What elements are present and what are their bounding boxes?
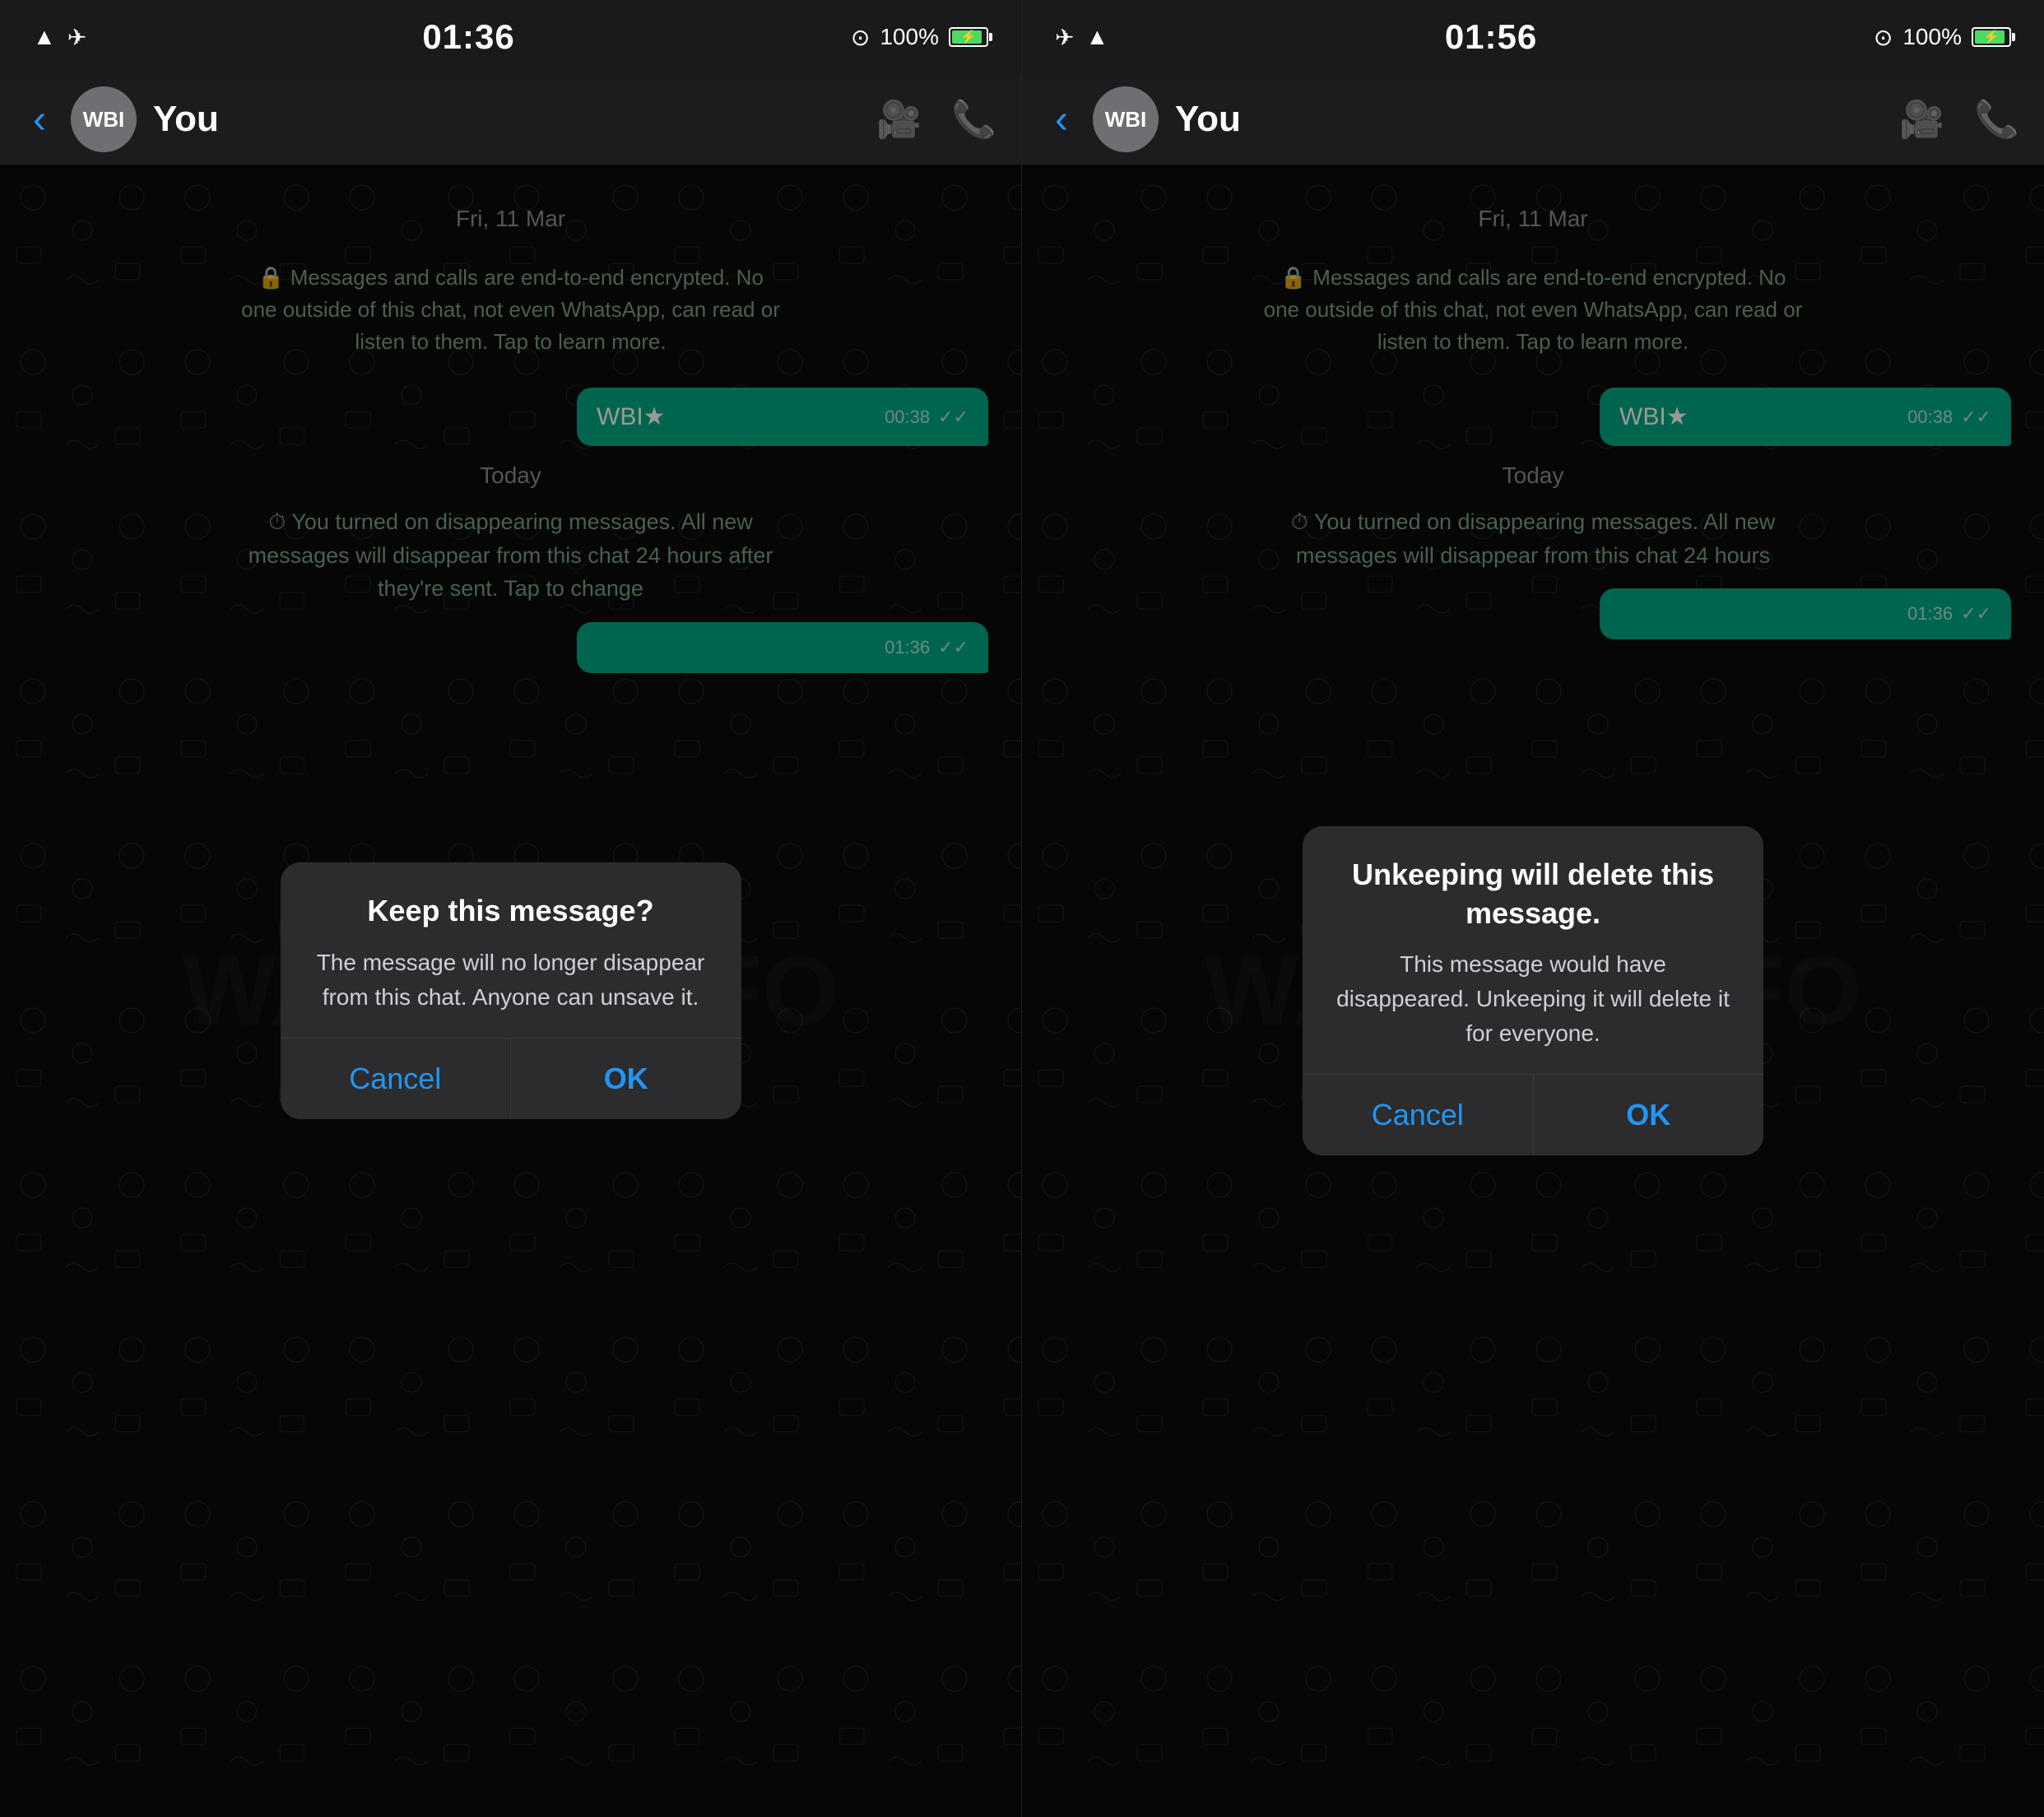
left-battery-pct: 100% — [880, 24, 939, 50]
left-nav-actions: 🎥 📞 — [876, 98, 996, 141]
right-chat-main: Fri, 11 Mar 🔒 Messages and calls are end… — [1022, 165, 2044, 1817]
right-video-icon[interactable]: 🎥 — [1899, 98, 1944, 141]
left-dialog-title: Keep this message? — [314, 892, 708, 931]
right-dialog-overlay: Unkeeping will delete this message. This… — [1022, 165, 2044, 1817]
right-contact-name[interactable]: You — [1175, 99, 1883, 140]
right-dialog-buttons: Cancel OK — [1303, 1074, 1763, 1155]
right-dialog-body: Unkeeping will delete this message. This… — [1303, 826, 1763, 1075]
left-call-icon[interactable]: 📞 — [951, 98, 996, 141]
right-wifi-icon: ▲ — [1085, 24, 1108, 50]
right-status-right: ⊙ 100% ⚡ — [1874, 24, 2011, 51]
left-status-right: ⊙ 100% ⚡ — [851, 24, 988, 51]
left-dialog-overlay: Keep this message? The message will no l… — [0, 165, 1021, 1817]
right-cancel-button[interactable]: Cancel — [1303, 1075, 1534, 1155]
right-ok-button[interactable]: OK — [1534, 1075, 1764, 1155]
left-time: 01:36 — [422, 17, 514, 57]
right-status-bar: ✈ ▲ 01:56 ⊙ 100% ⚡ — [1022, 0, 2044, 74]
left-back-button[interactable]: ‹ — [25, 97, 54, 142]
right-status-left: ✈ ▲ — [1055, 24, 1108, 51]
airplane-icon: ✈ — [67, 24, 86, 51]
left-dialog-buttons: Cancel OK — [281, 1038, 741, 1119]
wifi-icon: ▲ — [33, 24, 56, 50]
left-video-icon[interactable]: 🎥 — [876, 98, 922, 141]
right-charging-icon: ⚡ — [1983, 29, 2000, 45]
left-status-left: ▲ ✈ — [33, 24, 86, 51]
right-dialog: Unkeeping will delete this message. This… — [1303, 826, 1763, 1156]
left-status-bar: ▲ ✈ 01:36 ⊙ 100% ⚡ — [0, 0, 1021, 74]
left-ok-button[interactable]: OK — [511, 1039, 741, 1119]
right-back-button[interactable]: ‹ — [1047, 97, 1076, 142]
left-dialog: Keep this message? The message will no l… — [281, 862, 741, 1119]
left-battery-icon: ⚡ — [949, 27, 988, 47]
left-chat-main: Fri, 11 Mar 🔒 Messages and calls are end… — [0, 165, 1021, 1817]
right-battery-pct: 100% — [1902, 24, 1962, 50]
right-screen: ✈ ▲ 01:56 ⊙ 100% ⚡ ‹ WBI — [1022, 0, 2044, 1817]
right-call-icon[interactable]: 📞 — [1974, 98, 2019, 141]
right-dialog-message: This message would have disappeared. Unk… — [1336, 947, 1730, 1051]
left-contact-name[interactable]: You — [153, 99, 860, 140]
right-location-icon: ⊙ — [1874, 24, 1893, 51]
right-avatar[interactable]: WBI — [1093, 86, 1159, 152]
right-nav-actions: 🎥 📞 — [1899, 98, 2019, 141]
location-icon: ⊙ — [851, 24, 870, 51]
right-battery-icon: ⚡ — [1972, 27, 2011, 47]
left-cancel-button[interactable]: Cancel — [281, 1039, 512, 1119]
left-nav-bar: ‹ WBI You 🎥 📞 — [0, 74, 1021, 165]
left-charging-icon: ⚡ — [960, 29, 977, 45]
left-screen: ▲ ✈ 01:36 ⊙ 100% ⚡ ‹ WBI — [0, 0, 1022, 1817]
right-nav-bar: ‹ WBI You 🎥 📞 — [1022, 74, 2044, 165]
right-dialog-title: Unkeeping will delete this message. — [1336, 856, 1730, 933]
right-airplane-icon: ✈ — [1055, 24, 1074, 51]
left-avatar[interactable]: WBI — [71, 86, 137, 152]
right-time: 01:56 — [1445, 17, 1537, 57]
left-dialog-message: The message will no longer disappear fro… — [314, 946, 708, 1015]
left-dialog-body: Keep this message? The message will no l… — [281, 862, 741, 1038]
